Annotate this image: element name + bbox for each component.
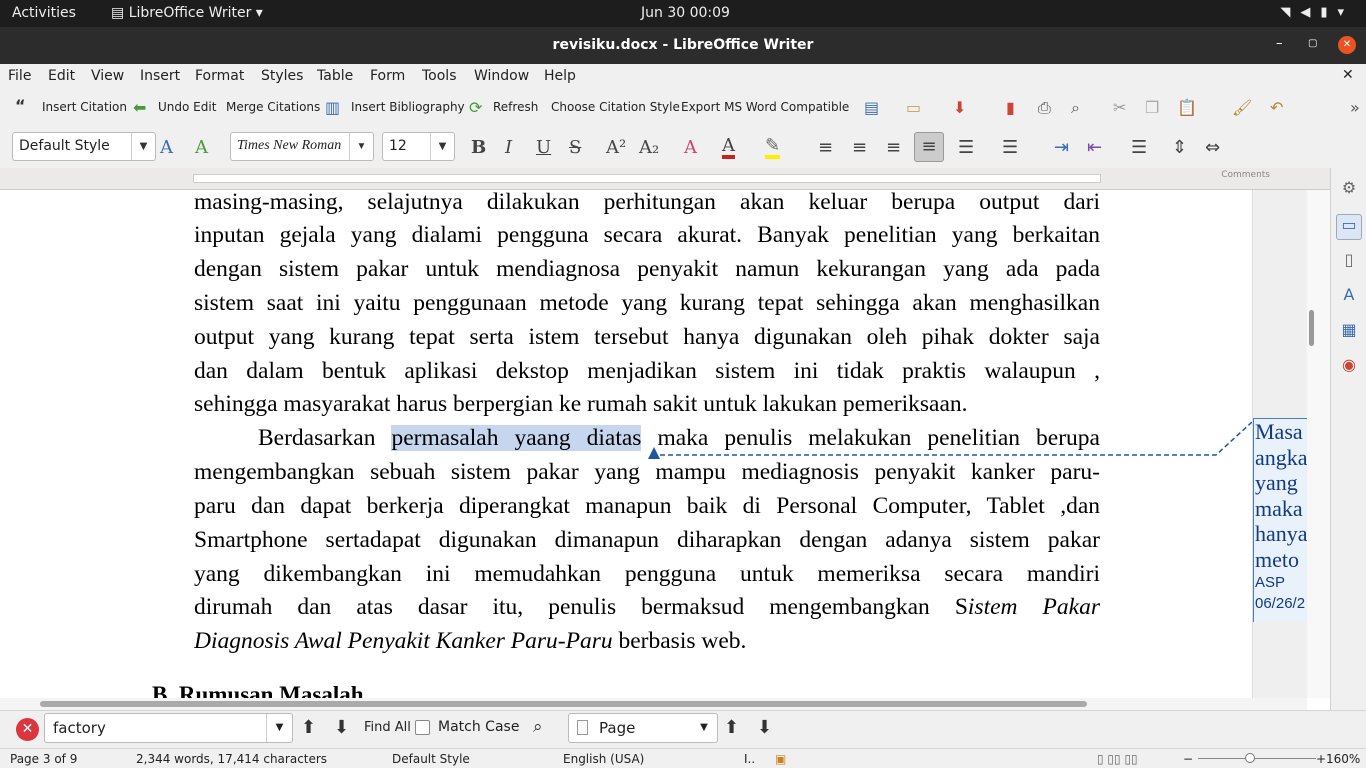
comment-author: ASP [1255, 574, 1286, 591]
page-select-value: Page [599, 719, 636, 737]
next-page-icon[interactable]: ⬇ [757, 717, 772, 738]
close-find-bar-icon[interactable]: ✕ [16, 718, 39, 741]
zoom-level[interactable]: 160% [1326, 752, 1360, 766]
previous-page-icon[interactable]: ⬆ [724, 717, 739, 738]
match-case-checkbox[interactable] [415, 720, 430, 735]
comment-text-line: yang [1255, 470, 1298, 495]
horizontal-scrollbar[interactable] [0, 698, 1307, 710]
word-count[interactable]: 2,344 words, 17,414 characters [136, 752, 327, 766]
zoom-out-icon[interactable]: − [1183, 752, 1193, 766]
comment-text-line: hanya [1255, 521, 1307, 546]
find-toolbar: ✕ factory ▼ ⬆ ⬇ Find All Match Case ⌕ Pag… [0, 710, 1366, 748]
scroll-thumb[interactable] [1309, 310, 1314, 346]
chevron-down-icon[interactable]: ▼ [266, 714, 292, 742]
page-icon [577, 720, 588, 735]
view-layout-icon[interactable]: ▯ ▯▯ ▯▯ [1097, 752, 1138, 766]
chevron-down-icon: ▼ [700, 722, 708, 733]
page-select[interactable]: Page ▼ [568, 713, 718, 743]
match-case-label: Match Case [438, 719, 520, 735]
comment-text-line: angka [1255, 444, 1307, 470]
comment-text-line: Masa [1255, 419, 1303, 444]
insert-mode-icon[interactable]: I.. [744, 752, 755, 766]
find-previous-icon[interactable]: ⬆ [301, 717, 316, 738]
scroll-thumb[interactable] [40, 701, 1087, 707]
selection-mode-icon[interactable]: ▣ [775, 752, 786, 766]
comment-box[interactable]: Masa angka yang maka hanya meto ASP 06/2… [1253, 418, 1307, 622]
comment-anchor-connector [648, 421, 1253, 459]
find-all-button[interactable]: Find All [364, 720, 411, 735]
find-next-icon[interactable]: ⬇ [334, 717, 349, 738]
search-input[interactable]: factory ▼ [44, 713, 293, 743]
zoom-slider[interactable] [1198, 758, 1316, 759]
search-input-value: factory [53, 719, 106, 737]
page-count[interactable]: Page 3 of 9 [10, 752, 77, 766]
page-style[interactable]: Default Style [392, 752, 470, 766]
status-bar: Page 3 of 9 2,344 words, 17,414 characte… [0, 748, 1366, 768]
comment-date: 06/26/2 [1255, 595, 1306, 612]
comment-text-line: meto [1255, 546, 1299, 572]
zoom-in-icon[interactable]: + [1316, 752, 1326, 766]
language[interactable]: English (USA) [563, 752, 644, 766]
vertical-scrollbar[interactable] [1307, 190, 1330, 698]
find-replace-icon[interactable]: ⌕ [533, 717, 543, 737]
zoom-slider-handle[interactable] [1245, 753, 1255, 763]
comment-text-line: maka [1255, 495, 1303, 521]
